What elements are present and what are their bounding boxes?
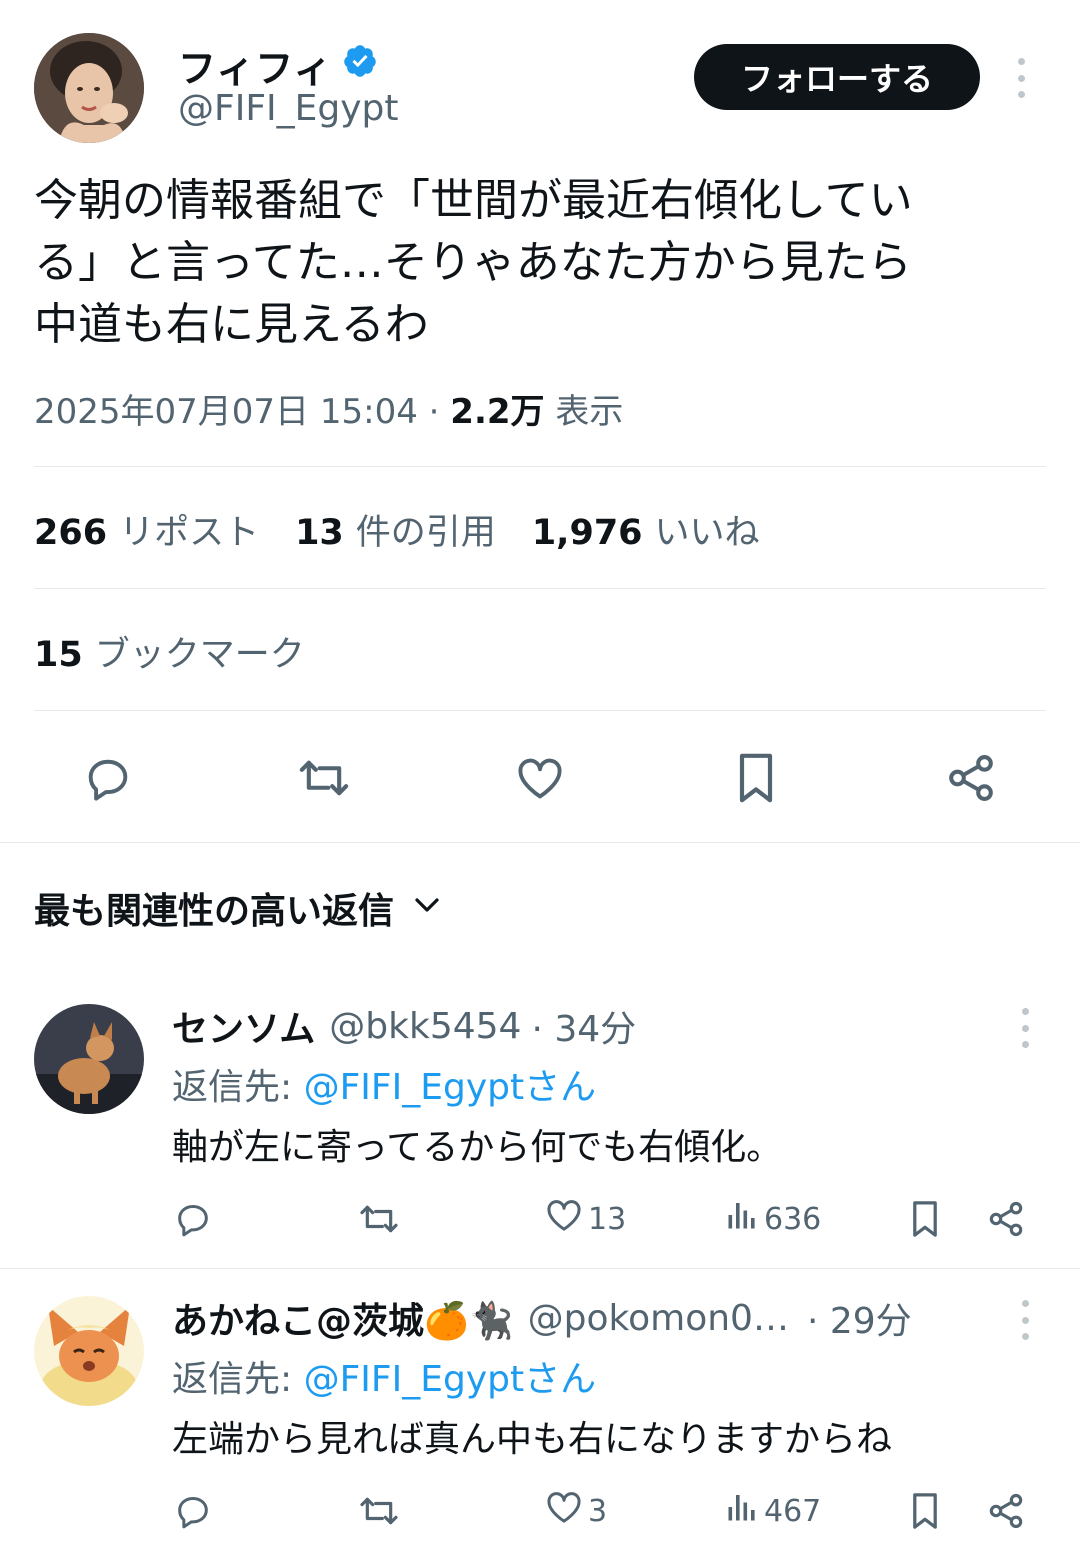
reposts-count: 266	[34, 513, 108, 553]
reply-to-line: 返信先: @FIFI_Egyptさん	[172, 1350, 596, 1402]
reposts-stat[interactable]: 266 リポスト	[34, 504, 259, 555]
repost-icon[interactable]	[356, 1486, 402, 1536]
views-label: 表示	[555, 392, 624, 432]
bookmark-icon[interactable]	[728, 750, 784, 806]
tweet-author-row: フィフィ @FIFI_Egypt フォローする	[34, 30, 1046, 150]
chevron-down-icon	[412, 888, 442, 929]
reply-time[interactable]: · 29分	[807, 1292, 912, 1344]
reply-avatar[interactable]	[34, 1296, 144, 1406]
replies-sort-dropdown[interactable]: 最も関連性の高い返信	[34, 882, 442, 934]
views-count: 636	[764, 1201, 822, 1237]
reply-author-handle[interactable]: @bkk5454	[329, 1006, 521, 1047]
likes-stat[interactable]: 1,976 いいね	[532, 504, 760, 555]
views-icon	[724, 1489, 760, 1533]
quotes-count: 13	[295, 513, 344, 553]
reply-item[interactable]: あかねこ@茨城🍊🐈‍⬛ @pokomon0… · 29分 返信先: @FIFI_…	[0, 1282, 1080, 1559]
tweet-text: 今朝の情報番組で「世間が最近右傾化してい る」と言ってた…そりゃあなた方から見た…	[34, 170, 1044, 356]
follow-button[interactable]: フォローする	[694, 44, 980, 110]
tweet-text-line: 中道も右に見えるわ	[34, 299, 429, 350]
like-button[interactable]: 13	[544, 1194, 626, 1244]
repost-icon[interactable]	[356, 1194, 402, 1244]
views-button[interactable]: 467	[724, 1486, 821, 1536]
reply-to-prefix: 返信先:	[172, 1359, 304, 1400]
reply-time[interactable]: · 34分	[531, 1000, 636, 1052]
bookmarks-count: 15	[34, 635, 83, 675]
reply-to-prefix: 返信先:	[172, 1067, 304, 1108]
reply-divider	[0, 1268, 1080, 1269]
quotes-label: 件の引用	[355, 513, 496, 553]
views-icon	[724, 1197, 760, 1241]
repost-icon[interactable]	[292, 750, 356, 806]
reply-action-bar: 3 467	[172, 1486, 1032, 1536]
replies-sort-label: 最も関連性の高い返信	[34, 891, 395, 932]
like-count: 3	[588, 1493, 608, 1529]
views-count: 2.2万	[450, 392, 545, 432]
divider	[34, 466, 1046, 467]
reply-item[interactable]: センソム @bkk5454 · 34分 返信先: @FIFI_Egyptさん 軸…	[0, 990, 1080, 1266]
reposts-label: リポスト	[119, 513, 260, 553]
reply-to-mention[interactable]: @FIFI_Egyptさん	[304, 1359, 597, 1400]
views-count: 467	[764, 1493, 822, 1529]
tweet-text-line: 今朝の情報番組で「世間が最近右傾化してい	[34, 175, 913, 226]
reply-icon[interactable]	[172, 1194, 214, 1244]
reply-avatar[interactable]	[34, 1004, 144, 1114]
like-icon	[544, 1195, 584, 1243]
like-icon[interactable]	[510, 750, 570, 806]
more-options-icon[interactable]	[1014, 1300, 1036, 1340]
bookmark-icon[interactable]	[908, 1194, 942, 1244]
more-options-icon[interactable]	[1014, 1008, 1036, 1048]
like-count: 13	[588, 1201, 627, 1237]
reply-to-line: 返信先: @FIFI_Egyptさん	[172, 1058, 596, 1110]
quotes-stat[interactable]: 13 件の引用	[295, 504, 496, 555]
share-icon[interactable]	[942, 750, 1000, 806]
bookmarks-stat[interactable]: 15 ブックマーク	[34, 626, 305, 677]
likes-label: いいね	[654, 513, 760, 553]
reply-author-name[interactable]: あかねこ@茨城🍊🐈‍⬛	[172, 1292, 514, 1344]
reply-action-bar: 13 636	[172, 1194, 1032, 1244]
views-button[interactable]: 636	[724, 1194, 821, 1244]
reply-text: 左端から見れば真ん中も右になりますからね	[172, 1419, 893, 1460]
reply-author-handle[interactable]: @pokomon0…	[528, 1298, 789, 1339]
tweet-stats: 266 リポスト 13 件の引用 1,976 いいね	[34, 504, 760, 555]
author-name-text: フィフィ	[178, 47, 333, 91]
tweet-meta: 2025年07月07日 15:04 · 2.2万 表示	[34, 384, 623, 433]
reply-author-name[interactable]: センソム	[172, 1000, 315, 1052]
share-icon[interactable]	[986, 1194, 1026, 1244]
divider	[34, 588, 1046, 589]
reply-icon[interactable]	[172, 1486, 214, 1536]
bookmarks-label: ブックマーク	[94, 635, 305, 675]
author-handle[interactable]: @FIFI_Egypt	[178, 88, 399, 129]
reply-text: 軸が左に寄ってるから何でも右傾化。	[172, 1127, 783, 1168]
section-divider	[0, 842, 1080, 843]
divider	[34, 710, 1046, 711]
share-icon[interactable]	[986, 1486, 1026, 1536]
tweet-text-line: る」と言ってた…そりゃあなた方から見たら	[34, 237, 912, 288]
author-avatar[interactable]	[34, 33, 144, 143]
reply-to-mention[interactable]: @FIFI_Egyptさん	[304, 1067, 597, 1108]
bookmark-icon[interactable]	[908, 1486, 942, 1536]
reply-header: センソム @bkk5454 · 34分	[172, 1000, 636, 1052]
meta-separator: ·	[428, 392, 451, 432]
reply-icon[interactable]	[78, 750, 138, 806]
likes-count: 1,976	[531, 513, 643, 553]
more-options-icon[interactable]	[1010, 58, 1032, 98]
like-icon	[544, 1487, 584, 1535]
reply-header: あかねこ@茨城🍊🐈‍⬛ @pokomon0… · 29分	[172, 1292, 912, 1344]
tweet-timestamp[interactable]: 2025年07月07日 15:04	[34, 392, 418, 432]
author-display-name[interactable]: フィフィ	[178, 38, 378, 93]
verified-badge-icon	[342, 43, 378, 88]
like-button[interactable]: 3	[544, 1486, 607, 1536]
